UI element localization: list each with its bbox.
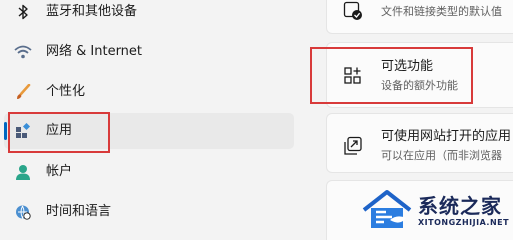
highlight-box-optional-features <box>310 47 473 104</box>
person-icon <box>14 163 32 181</box>
sidebar-item-label: 时间和语言 <box>46 204 112 219</box>
card-title: 可使用网站打开的应用 <box>381 129 512 144</box>
wifi-icon <box>14 43 32 61</box>
card-description: 文件和链接类型的默认值 <box>381 5 502 18</box>
sidebar-item-label: 蓝牙和其他设备 <box>46 4 138 19</box>
sidebar-item-label: 帐户 <box>46 164 73 179</box>
sidebar-item-accounts[interactable]: 帐户 <box>4 154 294 190</box>
apps-for-websites-card[interactable]: 可使用网站打开的应用 可以在应用（而非浏览器 <box>326 113 513 173</box>
sidebar-item-label: 个性化 <box>46 84 86 99</box>
watermark-url: XITONGZHIJIA.NET <box>418 218 510 227</box>
card-description: 可以在应用（而非浏览器 <box>381 149 502 162</box>
active-indicator <box>4 122 7 140</box>
sidebar-item-network[interactable]: 网络 & Internet <box>4 34 294 70</box>
brush-icon <box>14 83 32 101</box>
sidebar-item-personalization[interactable]: 个性化 <box>4 74 294 110</box>
sidebar-item-bluetooth[interactable]: 蓝牙和其他设备 <box>4 0 294 30</box>
open-external-icon <box>343 136 363 156</box>
sidebar-item-time-language[interactable]: 时间和语言 <box>4 194 294 230</box>
highlight-box-apps <box>8 112 110 153</box>
settings-sidebar: 蓝牙和其他设备 网络 & Internet 个性化 应用 帐户 时间和语言 <box>0 0 300 240</box>
check-default-icon <box>343 1 363 21</box>
bluetooth-icon <box>14 3 32 21</box>
default-apps-card[interactable]: 文件和链接类型的默认值 <box>326 0 513 34</box>
house-logo-icon <box>362 188 412 236</box>
globe-clock-icon <box>14 203 32 221</box>
watermark-name: 系统之家 <box>418 194 502 218</box>
sidebar-item-label: 网络 & Internet <box>46 44 143 59</box>
site-watermark: 系统之家 XITONGZHIJIA.NET <box>360 186 510 234</box>
